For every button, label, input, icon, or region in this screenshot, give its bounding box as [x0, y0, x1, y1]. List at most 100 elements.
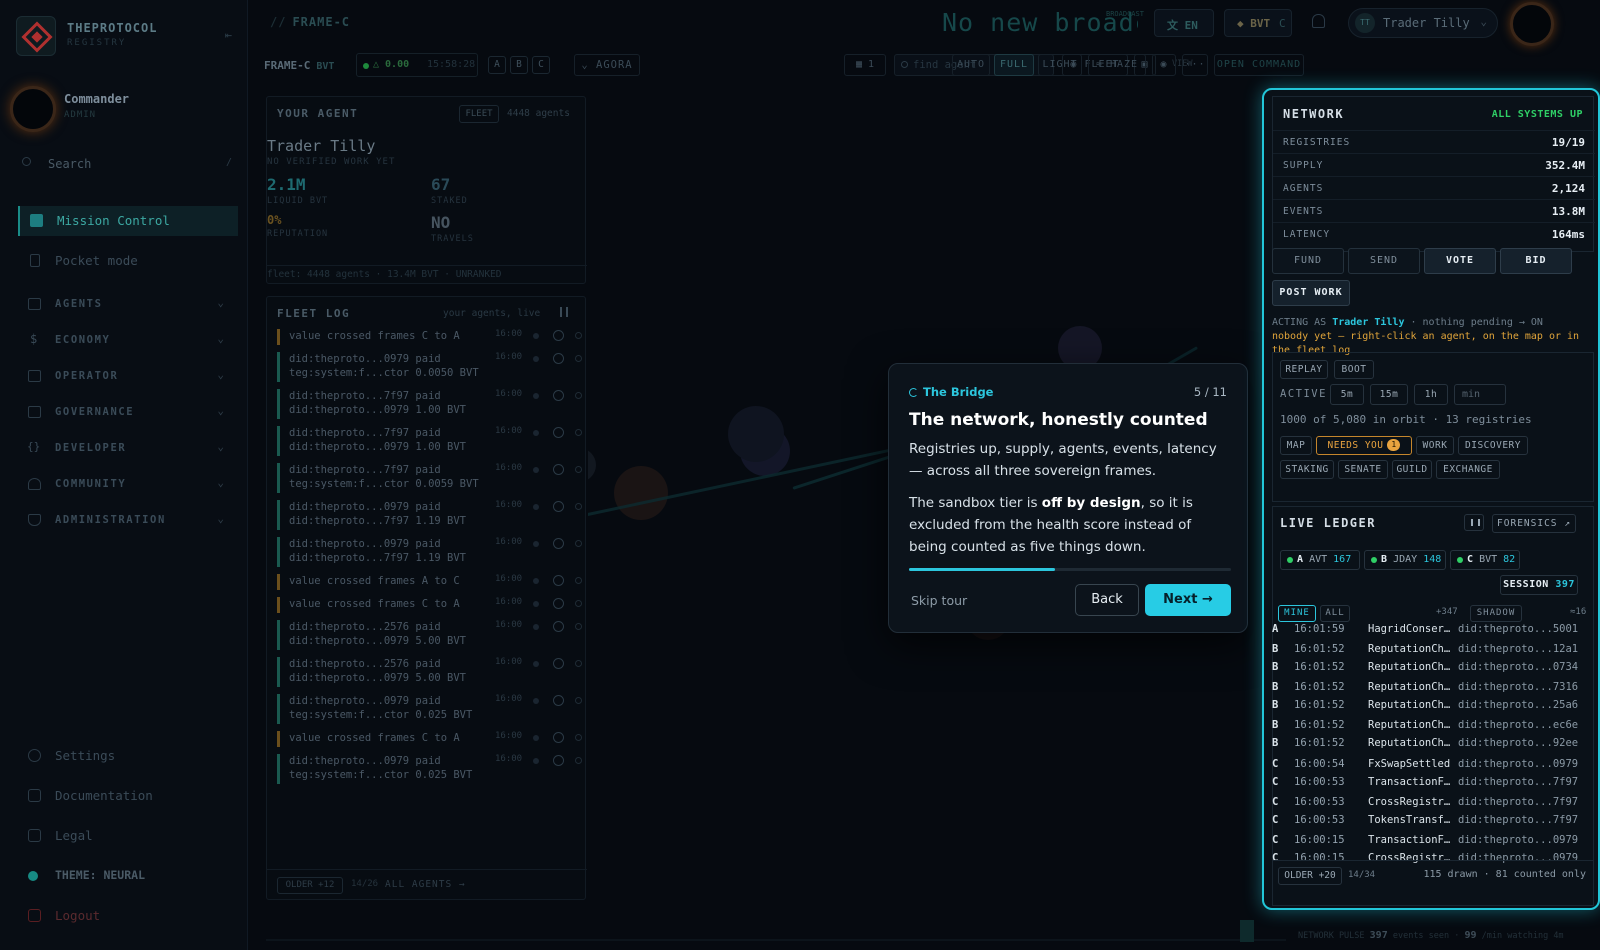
log-row[interactable]: value crossed frames C to A 16:00 [277, 329, 582, 345]
forensics-button[interactable]: FORENSICS ↗ [1492, 514, 1576, 533]
sidebar-section-community[interactable]: COMMUNITY ⌄ [18, 473, 238, 497]
tab-mine[interactable]: MINE [1278, 605, 1316, 622]
frame-b-chip[interactable]: B JDAY 148 [1364, 550, 1446, 570]
info-icon[interactable] [553, 695, 564, 706]
log-row[interactable]: did:theproto...0979 paid teg:system:f...… [277, 694, 582, 724]
sidebar-section-governance[interactable]: GOVERNANCE ⌄ [18, 401, 238, 425]
info-icon[interactable] [553, 501, 564, 512]
window-5m-button[interactable]: 5m [1330, 384, 1364, 405]
ledger-row[interactable]: A 16:01:59 HagridConservationCompleted did:… [1272, 621, 1592, 639]
skip-tour-button[interactable]: Skip tour [911, 593, 967, 608]
registry-orb[interactable] [614, 466, 668, 520]
sidebar-item-mission-control[interactable]: Mission Control [18, 206, 238, 236]
log-row[interactable]: did:theproto...0979 paid teg:system:f...… [277, 754, 582, 784]
info-icon[interactable] [553, 390, 564, 401]
info-icon[interactable] [553, 598, 564, 609]
sidebar-section-agents[interactable]: AGENTS ⌄ [18, 293, 238, 317]
sidebar-section-operator[interactable]: OPERATOR ⌄ [18, 365, 238, 389]
ledger-row[interactable]: B 16:01:52 ReputationChanged did:theproto..… [1272, 659, 1592, 677]
sidebar-item-documentation[interactable]: Documentation [18, 782, 238, 810]
sidebar-item-logout[interactable]: Logout [18, 902, 238, 930]
layer-discovery-button[interactable]: DISCOVERY [1458, 436, 1528, 455]
language-button[interactable]: 文 EN [1154, 9, 1214, 37]
info-icon[interactable] [553, 621, 564, 632]
layer-senate-button[interactable]: SENATE [1338, 460, 1388, 479]
fleet-chip-button[interactable]: FLEET [459, 105, 499, 123]
eye-icon[interactable]: ◉ [1152, 54, 1176, 76]
ledger-row[interactable]: C 16:00:53 CrossRegistryTransfer did:thepro… [1272, 794, 1592, 812]
window-15m-button[interactable]: 15m [1370, 384, 1408, 405]
back-button[interactable]: Back [1075, 584, 1139, 616]
log-row[interactable]: did:theproto...2576 paid did:theproto...… [277, 620, 582, 650]
layer-staking-button[interactable]: STAKING [1280, 460, 1334, 479]
sidebar-item-legal[interactable]: Legal [18, 822, 238, 850]
info-icon[interactable] [553, 427, 564, 438]
vote-button[interactable]: VOTE [1424, 248, 1496, 274]
grid-count-button[interactable]: ▦ 1 [844, 54, 886, 76]
theme-toggle[interactable]: THEME: NEURAL [18, 862, 238, 890]
agora-button[interactable]: ⌄ AGORA [574, 54, 640, 76]
ledger-row[interactable]: C 16:00:53 TransactionFeeCollected did:thep… [1272, 774, 1592, 792]
ledger-row[interactable]: B 16:01:52 ReputationChanged did:theproto..… [1272, 717, 1592, 735]
search-input[interactable]: Search / [22, 152, 232, 178]
sidebar-item-pocket-mode[interactable]: Pocket mode [18, 246, 238, 276]
layer-work-button[interactable]: WORK [1416, 436, 1454, 455]
frame-b-button[interactable]: B [510, 56, 528, 74]
sidebar-section-developer[interactable]: {} DEVELOPER ⌄ [18, 437, 238, 461]
ledger-row[interactable]: B 16:01:52 ReputationChanged did:theproto..… [1272, 641, 1592, 659]
ledger-row[interactable]: C 16:00:54 FxSwapSettled did:theproto...097… [1272, 756, 1592, 774]
layer-guild-button[interactable]: GUILD [1392, 460, 1432, 479]
ledger-row[interactable]: C 16:00:53 TokensTransferred did:theproto..… [1272, 812, 1592, 830]
ledger-row[interactable]: B 16:01:52 ReputationChanged did:theproto..… [1272, 735, 1592, 753]
log-row[interactable]: value crossed frames A to C 16:00 [277, 574, 582, 590]
info-icon[interactable] [553, 464, 564, 475]
info-icon[interactable] [553, 353, 564, 364]
brand[interactable]: THEPROTOCOL REGISTRY ⇤ [16, 16, 238, 58]
layer-map-button[interactable]: MAP [1280, 436, 1312, 455]
older-button[interactable]: OLDER +12 [277, 877, 343, 894]
sidebar-item-settings[interactable]: Settings [18, 742, 238, 770]
avatar[interactable] [1510, 2, 1554, 46]
open-command-button[interactable]: OPEN COMMAND [1214, 54, 1304, 76]
next-button[interactable]: Next → [1145, 584, 1231, 616]
older-button[interactable]: OLDER +20 [1278, 867, 1342, 885]
user-menu-button[interactable]: TT Trader Tilly ⌄ [1348, 8, 1498, 38]
bid-button[interactable]: BID [1500, 248, 1572, 274]
agent-name[interactable]: Trader Tilly [267, 137, 375, 155]
info-icon[interactable] [553, 330, 564, 341]
layer-exchange-button[interactable]: EXCHANGE [1436, 460, 1500, 479]
view-auto-button[interactable]: AUTO [952, 54, 990, 76]
info-icon[interactable] [553, 538, 564, 549]
frame-c-button[interactable]: C [532, 56, 550, 74]
window-1h-button[interactable]: 1h [1414, 384, 1448, 405]
log-row[interactable]: did:theproto...0979 paid did:theproto...… [277, 537, 582, 567]
more-button[interactable]: ··· [1182, 54, 1208, 76]
minutes-input[interactable]: min [1454, 384, 1506, 405]
user-card[interactable]: Commander ADMIN [10, 86, 238, 136]
log-row[interactable]: did:theproto...0979 paid did:theproto...… [277, 500, 582, 530]
sidebar-section-economy[interactable]: $ ECONOMY ⌄ [18, 329, 238, 353]
view-full-button[interactable]: FULL [994, 54, 1034, 76]
collapse-sidebar-icon[interactable]: ⇤ [225, 28, 232, 42]
registry-orb[interactable] [728, 406, 784, 462]
post-work-button[interactable]: POST WORK [1272, 280, 1350, 306]
boot-button[interactable]: BOOT [1334, 360, 1374, 379]
info-icon[interactable] [553, 658, 564, 669]
sidebar-section-administration[interactable]: ADMINISTRATION ⌄ [18, 509, 238, 533]
fund-button[interactable]: FUND [1272, 248, 1344, 274]
pause-icon[interactable] [560, 307, 568, 317]
ledger-row[interactable]: C 16:00:15 TransactionFeeCollected did:thep… [1272, 832, 1592, 850]
info-icon[interactable] [553, 575, 564, 586]
frame-c-chip[interactable]: C BVT 82 [1450, 550, 1520, 570]
log-row[interactable]: did:theproto...2576 paid did:theproto...… [277, 657, 582, 687]
all-agents-link[interactable]: ALL AGENTS → [385, 879, 466, 890]
layer-needs-you-button[interactable]: NEEDS YOU 1 [1316, 436, 1412, 455]
bell-icon[interactable] [1312, 14, 1325, 28]
tab-shadow[interactable]: SHADOW [1470, 605, 1522, 622]
registry-orb[interactable] [588, 448, 596, 482]
log-row[interactable]: value crossed frames C to A 16:00 [277, 731, 582, 747]
frame-a-chip[interactable]: A AVT 167 [1280, 550, 1360, 570]
log-row[interactable]: did:theproto...0979 paid teg:system:f...… [277, 352, 582, 382]
haze-button[interactable]: ≈ HAZE [1088, 54, 1146, 76]
currency-button[interactable]: ◆ BVT C [1224, 9, 1292, 37]
